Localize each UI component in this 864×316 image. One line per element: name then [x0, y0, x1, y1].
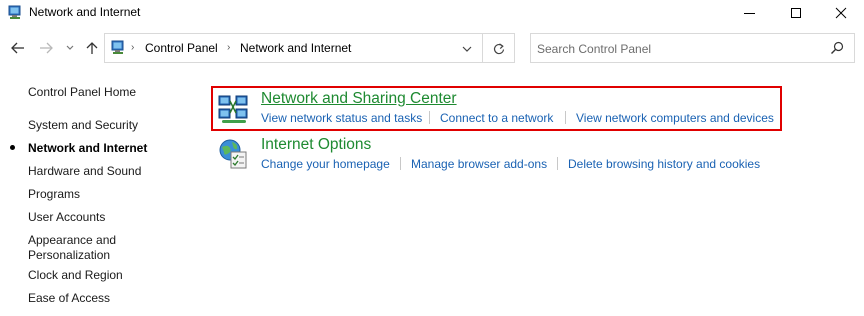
close-icon — [835, 7, 847, 19]
sidebar-item-appearance-line1[interactable]: Appearance and — [28, 233, 116, 248]
link-separator — [429, 111, 430, 124]
sidebar-item-user-accounts[interactable]: User Accounts — [28, 210, 105, 225]
refresh-button[interactable] — [489, 39, 509, 59]
maximize-button[interactable] — [773, 0, 819, 26]
breadcrumb-network-and-internet[interactable]: Network and Internet — [240, 41, 351, 55]
breadcrumb-control-panel[interactable]: Control Panel — [145, 41, 218, 55]
sidebar-item-ease-of-access[interactable]: Ease of Access — [28, 291, 110, 306]
maximize-icon — [791, 8, 801, 18]
sidebar-item-appearance-line2[interactable]: Personalization — [28, 248, 110, 263]
network-sharing-center-icon[interactable] — [218, 93, 250, 125]
sidebar-item-network-and-internet: Network and Internet — [28, 141, 148, 155]
chevron-down-icon — [66, 45, 74, 50]
recent-locations-button[interactable] — [63, 38, 77, 58]
control-panel-icon — [110, 40, 126, 56]
breadcrumb-separator-icon[interactable]: › — [227, 42, 230, 53]
link-separator — [557, 157, 558, 170]
network-and-sharing-center-link[interactable]: Network and Sharing Center — [261, 90, 457, 108]
view-network-computers-link[interactable]: View network computers and devices — [576, 111, 774, 125]
breadcrumb-separator-icon[interactable]: › — [131, 42, 134, 53]
view-network-status-link[interactable]: View network status and tasks — [261, 111, 422, 125]
address-divider — [482, 34, 483, 62]
up-button[interactable] — [83, 38, 101, 58]
sidebar-item-system-and-security[interactable]: System and Security — [28, 118, 138, 133]
sidebar-item-control-panel-home[interactable]: Control Panel Home — [28, 85, 136, 100]
link-separator — [565, 111, 566, 124]
window-title: Network and Internet — [29, 5, 141, 19]
address-bar[interactable]: › Control Panel › Network and Internet — [104, 33, 515, 63]
minimize-icon — [743, 12, 755, 14]
change-homepage-link[interactable]: Change your homepage — [261, 157, 390, 171]
search-box[interactable] — [530, 33, 855, 63]
close-button[interactable] — [818, 0, 864, 26]
sidebar-item-clock-and-region[interactable]: Clock and Region — [28, 268, 123, 283]
minimize-button[interactable] — [726, 0, 772, 26]
internet-options-link[interactable]: Internet Options — [261, 136, 371, 154]
sidebar-item-programs[interactable]: Programs — [28, 187, 80, 202]
internet-options-icon[interactable] — [218, 138, 250, 170]
link-separator — [400, 157, 401, 170]
back-arrow-icon — [11, 42, 24, 54]
sidebar-item-hardware-and-sound[interactable]: Hardware and Sound — [28, 164, 141, 179]
search-input[interactable] — [537, 40, 817, 58]
up-arrow-icon — [86, 42, 98, 54]
connect-to-network-link[interactable]: Connect to a network — [440, 111, 553, 125]
title-bar: Network and Internet — [0, 0, 864, 26]
network-control-panel-icon — [7, 5, 23, 21]
navigation-bar: › Control Panel › Network and Internet — [0, 30, 864, 66]
address-history-dropdown[interactable] — [457, 40, 477, 58]
forward-button[interactable] — [36, 38, 56, 58]
delete-browsing-history-link[interactable]: Delete browsing history and cookies — [568, 157, 760, 171]
forward-arrow-icon — [40, 42, 53, 54]
search-icon[interactable] — [830, 41, 846, 57]
refresh-icon — [493, 43, 505, 55]
back-button[interactable] — [8, 38, 28, 58]
current-page-bullet — [10, 145, 15, 150]
chevron-down-icon — [462, 46, 472, 52]
manage-add-ons-link[interactable]: Manage browser add-ons — [411, 157, 547, 171]
